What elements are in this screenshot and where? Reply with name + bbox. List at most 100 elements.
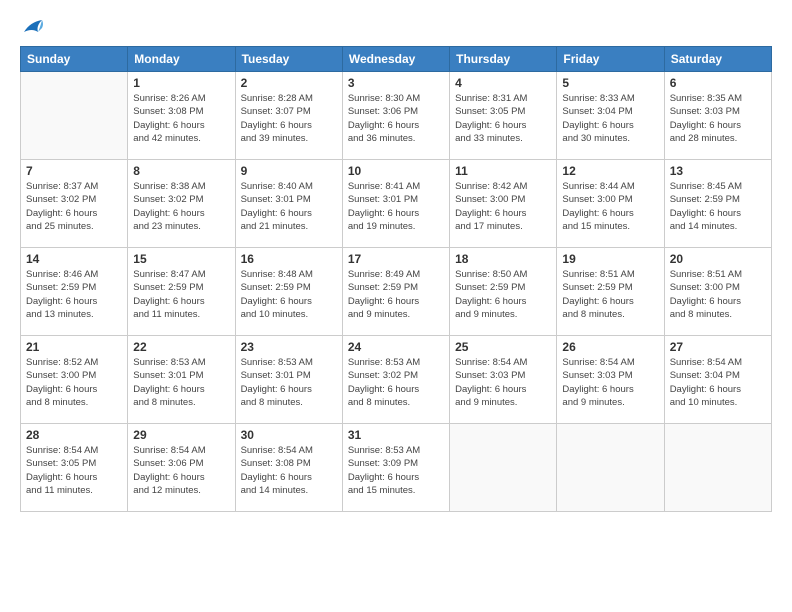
day-info: Sunrise: 8:41 AMSunset: 3:01 PMDaylight:… xyxy=(348,180,444,233)
calendar-cell: 18 Sunrise: 8:50 AMSunset: 2:59 PMDayligh… xyxy=(450,248,557,336)
calendar-cell: 9 Sunrise: 8:40 AMSunset: 3:01 PMDaylight… xyxy=(235,160,342,248)
day-info: Sunrise: 8:53 AMSunset: 3:01 PMDaylight:… xyxy=(133,356,229,409)
day-number: 12 xyxy=(562,164,658,178)
day-number: 23 xyxy=(241,340,337,354)
calendar-cell xyxy=(557,424,664,512)
logo xyxy=(20,18,44,36)
day-number: 15 xyxy=(133,252,229,266)
calendar-header-friday: Friday xyxy=(557,47,664,72)
calendar-cell: 20 Sunrise: 8:51 AMSunset: 3:00 PMDayligh… xyxy=(664,248,771,336)
calendar-cell: 24 Sunrise: 8:53 AMSunset: 3:02 PMDayligh… xyxy=(342,336,449,424)
calendar-cell: 12 Sunrise: 8:44 AMSunset: 3:00 PMDayligh… xyxy=(557,160,664,248)
day-number: 10 xyxy=(348,164,444,178)
day-info: Sunrise: 8:47 AMSunset: 2:59 PMDaylight:… xyxy=(133,268,229,321)
day-number: 5 xyxy=(562,76,658,90)
calendar-cell: 27 Sunrise: 8:54 AMSunset: 3:04 PMDayligh… xyxy=(664,336,771,424)
calendar-cell: 31 Sunrise: 8:53 AMSunset: 3:09 PMDayligh… xyxy=(342,424,449,512)
calendar-header-saturday: Saturday xyxy=(664,47,771,72)
calendar-cell: 17 Sunrise: 8:49 AMSunset: 2:59 PMDayligh… xyxy=(342,248,449,336)
day-info: Sunrise: 8:51 AMSunset: 3:00 PMDaylight:… xyxy=(670,268,766,321)
page: SundayMondayTuesdayWednesdayThursdayFrid… xyxy=(0,0,792,612)
day-number: 18 xyxy=(455,252,551,266)
day-info: Sunrise: 8:46 AMSunset: 2:59 PMDaylight:… xyxy=(26,268,122,321)
calendar-cell: 13Sunrise: 8:45 AMSunset: 2:59 PMDayligh… xyxy=(664,160,771,248)
day-info: Sunrise: 8:42 AMSunset: 3:00 PMDaylight:… xyxy=(455,180,551,233)
calendar-cell: 21 Sunrise: 8:52 AMSunset: 3:00 PMDayligh… xyxy=(21,336,128,424)
calendar-cell: 6Sunrise: 8:35 AMSunset: 3:03 PMDaylight… xyxy=(664,72,771,160)
day-number: 27 xyxy=(670,340,766,354)
calendar-cell: 8 Sunrise: 8:38 AMSunset: 3:02 PMDaylight… xyxy=(128,160,235,248)
day-number: 22 xyxy=(133,340,229,354)
day-number: 7 xyxy=(26,164,122,178)
calendar-table: SundayMondayTuesdayWednesdayThursdayFrid… xyxy=(20,46,772,512)
calendar-header-thursday: Thursday xyxy=(450,47,557,72)
day-info: Sunrise: 8:31 AMSunset: 3:05 PMDaylight:… xyxy=(455,92,551,145)
day-number: 17 xyxy=(348,252,444,266)
day-number: 16 xyxy=(241,252,337,266)
calendar-cell xyxy=(664,424,771,512)
day-info: Sunrise: 8:51 AMSunset: 2:59 PMDaylight:… xyxy=(562,268,658,321)
day-number: 1 xyxy=(133,76,229,90)
day-number: 9 xyxy=(241,164,337,178)
day-number: 21 xyxy=(26,340,122,354)
calendar-cell xyxy=(450,424,557,512)
day-number: 30 xyxy=(241,428,337,442)
logo-bird-icon xyxy=(22,18,44,36)
calendar-cell: 16 Sunrise: 8:48 AMSunset: 2:59 PMDayligh… xyxy=(235,248,342,336)
calendar-week-row: 14 Sunrise: 8:46 AMSunset: 2:59 PMDayligh… xyxy=(21,248,772,336)
calendar-header-wednesday: Wednesday xyxy=(342,47,449,72)
calendar-cell: 14 Sunrise: 8:46 AMSunset: 2:59 PMDayligh… xyxy=(21,248,128,336)
calendar-cell: 2Sunrise: 8:28 AMSunset: 3:07 PMDaylight… xyxy=(235,72,342,160)
calendar-week-row: 1 Sunrise: 8:26 AMSunset: 3:08 PMDaylight… xyxy=(21,72,772,160)
day-number: 24 xyxy=(348,340,444,354)
day-number: 4 xyxy=(455,76,551,90)
day-info: Sunrise: 8:30 AMSunset: 3:06 PMDaylight:… xyxy=(348,92,444,145)
day-number: 31 xyxy=(348,428,444,442)
day-number: 25 xyxy=(455,340,551,354)
calendar-cell: 4 Sunrise: 8:31 AMSunset: 3:05 PMDaylight… xyxy=(450,72,557,160)
day-info: Sunrise: 8:28 AMSunset: 3:07 PMDaylight:… xyxy=(241,92,337,145)
day-number: 28 xyxy=(26,428,122,442)
day-info: Sunrise: 8:40 AMSunset: 3:01 PMDaylight:… xyxy=(241,180,337,233)
day-info: Sunrise: 8:52 AMSunset: 3:00 PMDaylight:… xyxy=(26,356,122,409)
day-info: Sunrise: 8:33 AMSunset: 3:04 PMDaylight:… xyxy=(562,92,658,145)
day-number: 8 xyxy=(133,164,229,178)
calendar-header-sunday: Sunday xyxy=(21,47,128,72)
calendar-header-tuesday: Tuesday xyxy=(235,47,342,72)
header xyxy=(20,18,772,36)
day-number: 29 xyxy=(133,428,229,442)
calendar-cell: 15 Sunrise: 8:47 AMSunset: 2:59 PMDayligh… xyxy=(128,248,235,336)
calendar-cell: 10 Sunrise: 8:41 AMSunset: 3:01 PMDayligh… xyxy=(342,160,449,248)
day-info: Sunrise: 8:54 AMSunset: 3:03 PMDaylight:… xyxy=(562,356,658,409)
calendar-cell: 25Sunrise: 8:54 AMSunset: 3:03 PMDayligh… xyxy=(450,336,557,424)
day-info: Sunrise: 8:26 AMSunset: 3:08 PMDaylight:… xyxy=(133,92,229,145)
calendar-cell: 23 Sunrise: 8:53 AMSunset: 3:01 PMDayligh… xyxy=(235,336,342,424)
day-info: Sunrise: 8:54 AMSunset: 3:05 PMDaylight:… xyxy=(26,444,122,497)
day-info: Sunrise: 8:50 AMSunset: 2:59 PMDaylight:… xyxy=(455,268,551,321)
calendar-cell: 3Sunrise: 8:30 AMSunset: 3:06 PMDaylight… xyxy=(342,72,449,160)
calendar-cell: 5 Sunrise: 8:33 AMSunset: 3:04 PMDaylight… xyxy=(557,72,664,160)
day-info: Sunrise: 8:54 AMSunset: 3:06 PMDaylight:… xyxy=(133,444,229,497)
calendar-cell: 7 Sunrise: 8:37 AMSunset: 3:02 PMDaylight… xyxy=(21,160,128,248)
day-info: Sunrise: 8:37 AMSunset: 3:02 PMDaylight:… xyxy=(26,180,122,233)
day-info: Sunrise: 8:53 AMSunset: 3:02 PMDaylight:… xyxy=(348,356,444,409)
day-info: Sunrise: 8:53 AMSunset: 3:09 PMDaylight:… xyxy=(348,444,444,497)
day-info: Sunrise: 8:54 AMSunset: 3:04 PMDaylight:… xyxy=(670,356,766,409)
day-info: Sunrise: 8:38 AMSunset: 3:02 PMDaylight:… xyxy=(133,180,229,233)
day-info: Sunrise: 8:44 AMSunset: 3:00 PMDaylight:… xyxy=(562,180,658,233)
calendar-header-monday: Monday xyxy=(128,47,235,72)
day-info: Sunrise: 8:49 AMSunset: 2:59 PMDaylight:… xyxy=(348,268,444,321)
day-info: Sunrise: 8:53 AMSunset: 3:01 PMDaylight:… xyxy=(241,356,337,409)
calendar-cell: 30 Sunrise: 8:54 AMSunset: 3:08 PMDayligh… xyxy=(235,424,342,512)
day-info: Sunrise: 8:48 AMSunset: 2:59 PMDaylight:… xyxy=(241,268,337,321)
day-info: Sunrise: 8:35 AMSunset: 3:03 PMDaylight:… xyxy=(670,92,766,145)
calendar-week-row: 21 Sunrise: 8:52 AMSunset: 3:00 PMDayligh… xyxy=(21,336,772,424)
calendar-cell xyxy=(21,72,128,160)
day-number: 11 xyxy=(455,164,551,178)
calendar-cell: 11 Sunrise: 8:42 AMSunset: 3:00 PMDayligh… xyxy=(450,160,557,248)
day-info: Sunrise: 8:54 AMSunset: 3:08 PMDaylight:… xyxy=(241,444,337,497)
calendar-week-row: 28 Sunrise: 8:54 AMSunset: 3:05 PMDayligh… xyxy=(21,424,772,512)
day-number: 20 xyxy=(670,252,766,266)
day-number: 14 xyxy=(26,252,122,266)
calendar-cell: 1 Sunrise: 8:26 AMSunset: 3:08 PMDaylight… xyxy=(128,72,235,160)
